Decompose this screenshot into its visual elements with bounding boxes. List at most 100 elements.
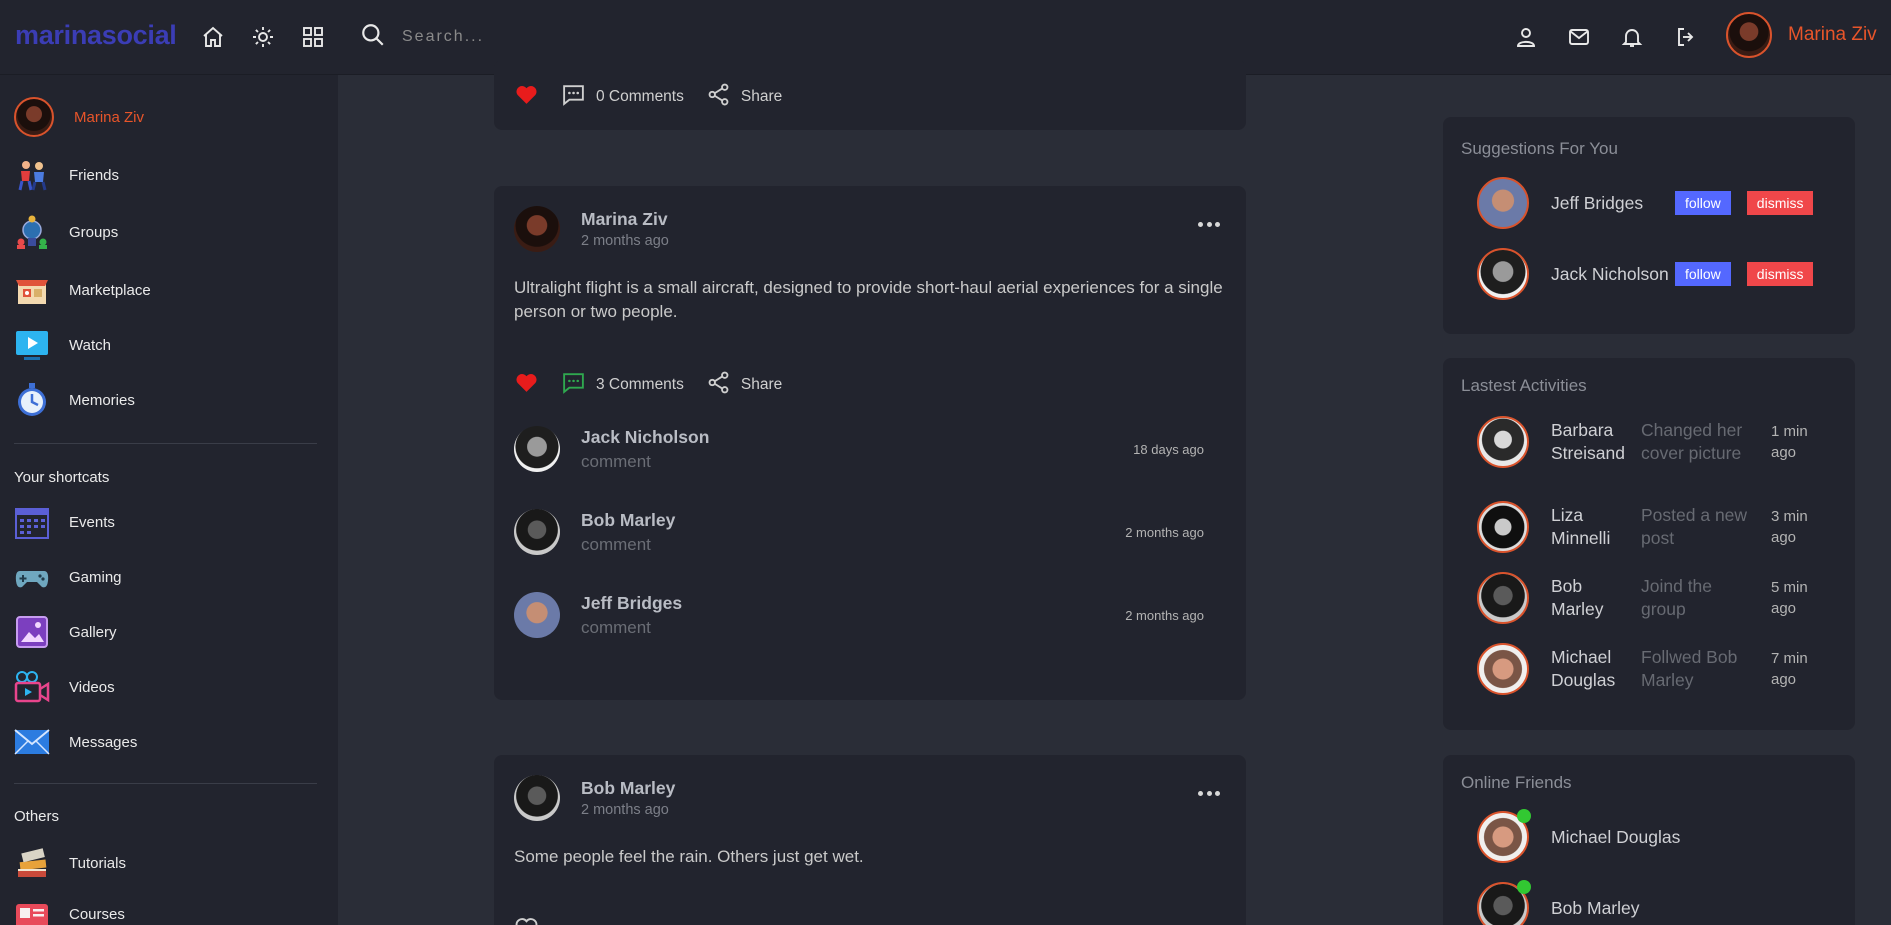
comment-avatar[interactable] [514,592,560,638]
sidebar-item-courses[interactable]: Courses [14,896,125,925]
activity-avatar[interactable] [1477,572,1529,624]
comment-author[interactable]: Bob Marley [581,510,675,531]
share-button[interactable]: Share [706,82,782,112]
activity-desc: Changed her cover picture [1641,420,1743,463]
activity-avatar[interactable] [1477,416,1529,468]
mail-icon[interactable] [1564,22,1594,52]
comment-time: 2 months ago [1125,524,1204,540]
sidebar-item-label: Marketplace [69,281,151,299]
activity-name[interactable]: Liza Minnelli [1551,504,1639,550]
home-icon[interactable] [198,22,228,52]
online-friend-item[interactable]: Michael Douglas [1477,809,1680,863]
videos-icon [14,669,50,705]
activity-name[interactable]: Michael Douglas [1551,646,1639,692]
logout-icon[interactable] [1671,22,1701,52]
suggestion-avatar[interactable] [1477,177,1529,229]
comments-button[interactable]: 3 Comments [561,370,684,400]
sidebar-item-label: Events [69,513,115,531]
dismiss-button[interactable]: dismiss [1746,191,1814,215]
activity-avatar[interactable] [1477,643,1529,695]
sidebar-item-label: Tutorials [69,854,126,872]
marketplace-icon [14,272,50,308]
activity-desc: Joind the group [1641,576,1713,619]
online-friend-item[interactable]: Bob Marley [1477,880,1640,925]
theme-toggle-sun-icon[interactable] [248,22,278,52]
activity-avatar[interactable] [1477,501,1529,553]
activity-name[interactable]: Barbara Streisand [1551,419,1639,465]
heart-icon [514,370,539,400]
sidebar-item-watch[interactable]: Watch [14,327,111,363]
post-author-name[interactable]: Bob Marley [581,778,675,799]
post-time: 2 months ago [581,233,669,249]
search-icon[interactable] [360,22,386,53]
sidebar-item-label: Videos [69,678,115,696]
post-author-name[interactable]: Marina Ziv [581,209,669,230]
activity-item: Bob Marley Joind the group 5 min ago [1477,572,1847,624]
sidebar-item-memories[interactable]: Memories [14,382,135,418]
post-header: Marina Ziv 2 months ago [514,206,669,252]
comment-author[interactable]: Jeff Bridges [581,593,682,614]
comment-time: 2 months ago [1125,607,1204,623]
follow-button[interactable]: follow [1675,262,1731,286]
comment-avatar[interactable] [514,509,560,555]
suggestion-avatar[interactable] [1477,248,1529,300]
comment-avatar[interactable] [514,426,560,472]
like-button[interactable] [514,370,539,400]
comment-author[interactable]: Jack Nicholson [581,427,709,448]
sidebar-item-gallery[interactable]: Gallery [14,614,117,650]
notification-bell-icon[interactable] [1617,22,1647,52]
friends-icon [14,157,50,193]
follow-button[interactable]: follow [1675,191,1731,215]
like-button[interactable] [514,915,539,925]
online-friends-title: Online Friends [1461,773,1572,792]
suggestion-item: Jack Nicholson follow dismiss [1477,248,1837,300]
comments-button[interactable]: 0 Comments [561,82,684,112]
post-card: 0 Comments Share [494,60,1246,130]
gaming-icon [14,559,50,595]
gallery-icon [14,614,50,650]
suggestion-name[interactable]: Jeff Bridges [1551,192,1669,215]
navbar-user[interactable]: Marina Ziv [1726,12,1877,58]
sidebar-item-groups[interactable]: Groups [14,214,118,250]
post-author-avatar[interactable] [514,206,560,252]
sidebar-item-videos[interactable]: Videos [14,669,115,705]
comment-item: Bob Marley comment 2 months ago [514,509,1204,555]
apps-grid-icon[interactable] [298,22,328,52]
online-status-dot [1517,809,1531,823]
others-title: Others [14,808,60,825]
sidebar-profile[interactable]: Marina Ziv [14,97,144,137]
comments-count: 3 Comments [596,376,684,393]
activity-desc: Follwed Bob Marley [1641,647,1738,690]
suggestions-panel: Suggestions For You Jeff Bridges follow … [1443,117,1855,334]
dismiss-button[interactable]: dismiss [1746,262,1814,286]
activity-time: 7 min ago [1771,650,1808,688]
sidebar-profile-avatar [14,97,54,137]
share-button[interactable]: Share [706,370,782,400]
sidebar-item-friends[interactable]: Friends [14,157,119,193]
post-actions [514,915,561,925]
navbar-user-name: Marina Ziv [1788,24,1877,45]
sidebar-item-label: Groups [69,223,119,241]
messages-icon [14,724,50,760]
online-friend-name: Bob Marley [1551,897,1640,918]
post-author-avatar[interactable] [514,775,560,821]
more-options-icon[interactable] [1198,220,1220,228]
share-icon [706,82,731,112]
sidebar-item-tutorials[interactable]: Tutorials [14,845,126,881]
post-text: Ultralight flight is a small aircraft, d… [514,278,1223,321]
left-sidebar: Marina Ziv Friends Groups Marketplace Wa… [0,75,338,925]
sidebar-item-marketplace[interactable]: Marketplace [14,272,151,308]
app-logo[interactable]: marinasocial [15,20,177,51]
profile-person-icon[interactable] [1511,22,1541,52]
activity-name[interactable]: Bob Marley [1551,575,1639,621]
search-input[interactable] [402,28,702,46]
sidebar-item-messages[interactable]: Messages [14,724,137,760]
sidebar-item-label: Gaming [69,568,122,586]
sidebar-item-gaming[interactable]: Gaming [14,559,122,595]
sidebar-profile-name: Marina Ziv [74,108,145,126]
sidebar-item-events[interactable]: Events [14,504,115,540]
suggestion-name[interactable]: Jack Nicholson [1551,263,1669,286]
post-card: Marina Ziv 2 months ago Ultralight fligh… [494,186,1246,700]
like-button[interactable] [514,82,539,112]
more-options-icon[interactable] [1198,789,1220,797]
